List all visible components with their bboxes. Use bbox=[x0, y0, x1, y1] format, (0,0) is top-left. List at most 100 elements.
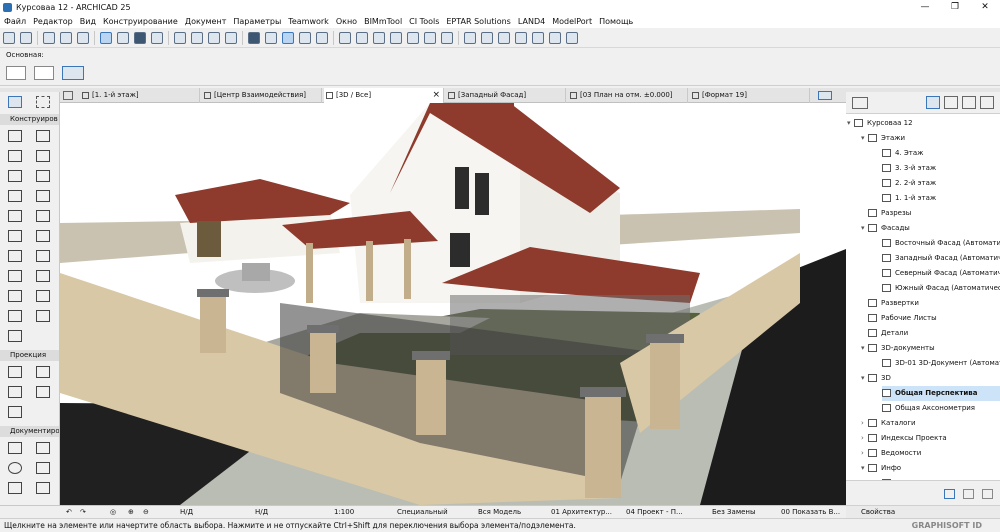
expand-toggle-icon[interactable]: ▾ bbox=[847, 116, 851, 131]
railing-tool-icon[interactable] bbox=[36, 170, 50, 182]
expand-toggle-icon[interactable]: ▾ bbox=[861, 131, 865, 146]
mesh-tool-icon[interactable] bbox=[36, 250, 50, 262]
section-design[interactable]: Конструиров bbox=[0, 114, 59, 125]
worksheet-tool-icon[interactable] bbox=[36, 386, 50, 398]
navigator-item[interactable]: 3. 3-й этаж bbox=[882, 161, 1000, 176]
split-icon[interactable] bbox=[339, 31, 351, 44]
detail-tool-icon[interactable] bbox=[8, 406, 22, 418]
stair-tool-icon[interactable] bbox=[8, 170, 22, 182]
profile-tool-icon[interactable] bbox=[36, 310, 50, 322]
navigator-item[interactable]: Развертки bbox=[868, 296, 1000, 311]
navigator-item[interactable]: Рабочие Листы bbox=[868, 311, 1000, 326]
menu-design[interactable]: Конструирование bbox=[103, 17, 178, 26]
expand-toggle-icon[interactable]: › bbox=[861, 416, 864, 431]
zoom-icon[interactable] bbox=[498, 31, 510, 44]
tab-close-button[interactable]: × bbox=[432, 88, 440, 103]
menu-modelport[interactable]: ModelPort bbox=[552, 17, 592, 26]
view-settings-icon[interactable] bbox=[818, 91, 832, 100]
settings-icon[interactable] bbox=[982, 489, 993, 499]
rotate-icon[interactable] bbox=[424, 31, 436, 44]
label-icon[interactable] bbox=[481, 31, 493, 44]
shell-tool-icon[interactable] bbox=[36, 190, 50, 202]
navigator-item[interactable]: Курсоваа 12 bbox=[854, 116, 1000, 131]
properties-panel-header[interactable]: Свойства bbox=[846, 505, 1000, 518]
suspend-groups-icon[interactable] bbox=[151, 31, 163, 44]
navigator-popup-icon[interactable] bbox=[852, 97, 868, 109]
beam-tool-icon[interactable] bbox=[8, 150, 22, 162]
tab-west-elevation[interactable]: [Западный Фасад] bbox=[446, 88, 566, 103]
menu-view[interactable]: Вид bbox=[80, 17, 96, 26]
tab-format-19[interactable]: [Формат 19] bbox=[690, 88, 810, 103]
navigator-item[interactable]: Индексы Проекта bbox=[868, 431, 1000, 446]
close-button[interactable]: ✕ bbox=[970, 0, 1000, 14]
layer-icon[interactable] bbox=[174, 31, 186, 44]
navigator-item[interactable]: 2. 2-й этаж bbox=[882, 176, 1000, 191]
navigator-item[interactable]: 3D bbox=[868, 371, 1000, 386]
tab-collaboration-center[interactable]: [Центр Взаимодействия] bbox=[202, 88, 322, 103]
navigator-item[interactable]: Северный Фасад (Автоматиче bbox=[882, 266, 1000, 281]
navigator-item[interactable]: 1. 1-й этаж bbox=[882, 191, 1000, 206]
marquee-tool-icon[interactable] bbox=[36, 96, 50, 108]
orbit-icon[interactable] bbox=[299, 31, 311, 44]
navigator-item[interactable]: Общая Перспектива bbox=[882, 386, 1000, 401]
expand-toggle-icon[interactable]: › bbox=[861, 431, 864, 446]
text-tool-icon[interactable] bbox=[36, 462, 50, 474]
publisher-sets-icon[interactable] bbox=[980, 96, 994, 109]
zone-tool-icon[interactable] bbox=[8, 250, 22, 262]
navigator-item[interactable]: Общая Аксонометрия bbox=[882, 401, 1000, 416]
tab-3d-all[interactable]: [3D / Все] × bbox=[324, 88, 444, 103]
navigator-item[interactable]: Детали bbox=[868, 326, 1000, 341]
geometry-method-icon[interactable] bbox=[6, 66, 26, 80]
library-icon[interactable] bbox=[566, 31, 578, 44]
clone-icon[interactable] bbox=[963, 489, 974, 499]
menu-bimmtool[interactable]: BIMmTool bbox=[364, 17, 402, 26]
navigator-item[interactable]: Инфо bbox=[868, 461, 1000, 476]
offset-icon[interactable] bbox=[390, 31, 402, 44]
paste-icon[interactable] bbox=[225, 31, 237, 44]
marquee-icon[interactable] bbox=[282, 31, 294, 44]
wall-tool-icon[interactable] bbox=[8, 130, 22, 142]
cursor-arrow-icon[interactable] bbox=[96, 66, 110, 80]
navigator-item[interactable]: Ведомости bbox=[868, 446, 1000, 461]
section-document[interactable]: Документиров bbox=[0, 426, 59, 437]
slab-tool-icon[interactable] bbox=[36, 150, 50, 162]
spline-tool-icon[interactable] bbox=[8, 482, 22, 494]
fillet-icon[interactable] bbox=[407, 31, 419, 44]
navigator-item[interactable]: Западный Фасад (Автоматиче bbox=[882, 251, 1000, 266]
line-type-icon[interactable] bbox=[34, 66, 54, 80]
menu-teamwork[interactable]: Teamwork bbox=[288, 17, 329, 26]
3d-view-icon[interactable] bbox=[248, 31, 260, 44]
menu-window[interactable]: Окно bbox=[336, 17, 357, 26]
navigator-item[interactable]: 3D-документы bbox=[868, 341, 1000, 356]
tab-floor-1[interactable]: [1. 1-й этаж] bbox=[80, 88, 200, 103]
navigator-item[interactable]: Разрезы bbox=[868, 206, 1000, 221]
floor-plan-icon[interactable] bbox=[265, 31, 277, 44]
layout-book-icon[interactable] bbox=[962, 96, 976, 109]
expand-toggle-icon[interactable]: ▾ bbox=[861, 341, 865, 356]
orbit-icon[interactable] bbox=[62, 66, 84, 80]
tab-plan-0000[interactable]: [03 План на отм. ±0.000] bbox=[568, 88, 688, 103]
opening-tool-icon[interactable] bbox=[36, 290, 50, 302]
menu-file[interactable]: Файл bbox=[4, 17, 26, 26]
guide-lines-icon[interactable] bbox=[117, 31, 129, 44]
maximize-button[interactable]: ❐ bbox=[940, 0, 970, 14]
expand-toggle-icon[interactable]: ▾ bbox=[861, 221, 865, 236]
skylight-tool-icon[interactable] bbox=[36, 230, 50, 242]
navigator-item[interactable]: Этажи bbox=[868, 131, 1000, 146]
copy-icon[interactable] bbox=[208, 31, 220, 44]
section-tool-icon[interactable] bbox=[8, 366, 22, 378]
inject-parameters-icon[interactable] bbox=[60, 31, 72, 44]
undo-icon[interactable] bbox=[3, 31, 15, 44]
level-dimension-tool-icon[interactable] bbox=[36, 442, 50, 454]
expand-toggle-icon[interactable]: › bbox=[861, 446, 864, 461]
intersect-icon[interactable] bbox=[373, 31, 385, 44]
graphisoft-id-label[interactable]: GRAPHISOFT ID bbox=[912, 519, 982, 532]
menu-help[interactable]: Помощь bbox=[599, 17, 633, 26]
menu-ci-tools[interactable]: CI Tools bbox=[409, 17, 439, 26]
arrow-tool-icon[interactable] bbox=[8, 96, 22, 108]
morph-tool-icon[interactable] bbox=[8, 270, 22, 282]
project-map-icon[interactable] bbox=[926, 96, 940, 109]
mirror-icon[interactable] bbox=[441, 31, 453, 44]
settings-icon[interactable] bbox=[549, 31, 561, 44]
tab-list-icon[interactable] bbox=[63, 91, 73, 100]
